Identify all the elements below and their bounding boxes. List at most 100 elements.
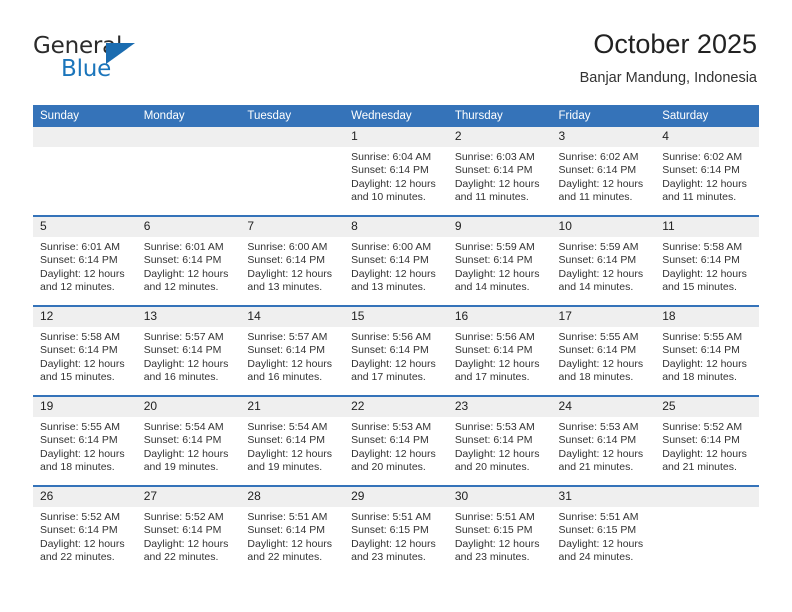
day-sun-info: Sunrise: 5:56 AM Sunset: 6:14 PM Daylight:… (344, 327, 448, 384)
day-info-line: and 11 minutes. (558, 190, 633, 203)
calendar-day-cell[interactable]: 26 Sunrise: 5:52 AM Sunset: 6:14 PM Dayligh… (33, 485, 137, 575)
weekday-header-saturday: Saturday (655, 105, 759, 127)
calendar-header-row: Sunday Monday Tuesday Wednesday Thursday Frid… (33, 105, 759, 127)
calendar-day-cell[interactable]: 24 Sunrise: 5:53 AM Sunset: 6:14 PM Dayligh… (551, 395, 656, 486)
calendar-day-cell[interactable]: 18 Sunrise: 5:55 AM Sunset: 6:14 PM Dayligh… (655, 305, 759, 396)
weekday-header-thursday: Thursday (447, 105, 552, 127)
day-info-line: Sunrise: 5:51 AM (454, 511, 535, 523)
day-info-line: Sunset: 6:14 PM (351, 254, 429, 267)
day-number: 26 (33, 487, 137, 507)
day-sun-info: Sunrise: 6:01 AM Sunset: 6:14 PM Daylight:… (33, 237, 137, 294)
day-info-line: Daylight: 12 hours (558, 447, 644, 460)
day-number: 12 (33, 307, 137, 327)
day-info-line: Sunset: 6:14 PM (558, 254, 637, 267)
calendar-week-row: 1 Sunrise: 6:04 AM Sunset: 6:14 PM Daylight… (33, 127, 759, 216)
calendar-day-cell[interactable]: 20 Sunrise: 5:54 AM Sunset: 6:14 PM Dayligh… (136, 395, 241, 486)
day-sun-info (240, 147, 344, 151)
calendar-day-cell[interactable]: 21 Sunrise: 5:54 AM Sunset: 6:14 PM Dayligh… (240, 395, 345, 486)
day-info-line: Sunset: 6:14 PM (247, 254, 326, 267)
day-number: 4 (655, 127, 759, 147)
calendar-day-cell[interactable]: 13 Sunrise: 5:57 AM Sunset: 6:14 PM Dayligh… (136, 305, 241, 396)
calendar-day-cell[interactable]: 3 Sunrise: 6:02 AM Sunset: 6:14 PM Daylight… (551, 127, 656, 216)
day-info-line: Sunset: 6:14 PM (40, 254, 118, 267)
day-number: 18 (655, 307, 759, 327)
calendar-page: General Blue October 2025 Banjar Mandung… (0, 0, 792, 612)
calendar-day-cell[interactable]: 14 Sunrise: 5:57 AM Sunset: 6:14 PM Dayligh… (240, 305, 345, 396)
calendar-day-cell[interactable]: 23 Sunrise: 5:53 AM Sunset: 6:14 PM Dayligh… (447, 395, 552, 486)
day-info-line: and 21 minutes. (558, 460, 634, 473)
day-number (655, 487, 759, 507)
day-info-line: Sunset: 6:14 PM (247, 344, 326, 357)
calendar-day-cell[interactable]: 15 Sunrise: 5:56 AM Sunset: 6:14 PM Dayligh… (344, 305, 448, 396)
calendar-day-cell[interactable]: 29 Sunrise: 5:51 AM Sunset: 6:15 PM Dayligh… (344, 485, 448, 575)
day-info-line: Daylight: 12 hours (558, 357, 644, 370)
day-info-line: and 18 minutes. (40, 460, 115, 473)
day-info-line: Sunset: 6:14 PM (662, 254, 740, 267)
day-number: 17 (551, 307, 656, 327)
day-info-line: Sunset: 6:14 PM (351, 434, 429, 447)
weekday-header-monday: Monday (136, 105, 241, 127)
calendar-day-cell[interactable]: 28 Sunrise: 5:51 AM Sunset: 6:14 PM Dayligh… (240, 485, 345, 575)
calendar-day-cell[interactable]: 19 Sunrise: 5:55 AM Sunset: 6:14 PM Dayligh… (33, 395, 137, 486)
day-info-line: and 23 minutes. (454, 550, 530, 563)
day-number: 14 (240, 307, 345, 327)
calendar-day-cell[interactable]: 9 Sunrise: 5:59 AM Sunset: 6:14 PM Daylight… (447, 215, 552, 306)
day-info-line: and 14 minutes. (454, 280, 530, 293)
day-number: 2 (447, 127, 552, 147)
day-info-line: Sunrise: 6:00 AM (351, 241, 432, 253)
day-info-line: Daylight: 12 hours (247, 537, 333, 550)
day-info-line: Sunrise: 5:56 AM (454, 331, 535, 343)
day-number: 30 (447, 487, 552, 507)
day-info-line: Daylight: 12 hours (662, 177, 747, 190)
day-number: 15 (344, 307, 448, 327)
calendar-day-cell[interactable]: 12 Sunrise: 5:58 AM Sunset: 6:14 PM Dayligh… (33, 305, 137, 396)
day-number: 24 (551, 397, 656, 417)
calendar-day-cell[interactable]: 30 Sunrise: 5:51 AM Sunset: 6:15 PM Dayligh… (447, 485, 552, 575)
day-sun-info: Sunrise: 5:52 AM Sunset: 6:14 PM Daylight:… (33, 507, 137, 564)
day-info-line: Daylight: 12 hours (40, 447, 125, 460)
day-info-line: Sunrise: 5:54 AM (143, 421, 224, 433)
calendar-day-cell[interactable]: 7 Sunrise: 6:00 AM Sunset: 6:14 PM Daylight… (240, 215, 345, 306)
calendar-day-cell[interactable]: 16 Sunrise: 5:56 AM Sunset: 6:14 PM Dayligh… (447, 305, 552, 396)
day-sun-info: Sunrise: 5:51 AM Sunset: 6:15 PM Daylight:… (552, 507, 656, 564)
day-sun-info: Sunrise: 6:01 AM Sunset: 6:14 PM Daylight:… (137, 237, 241, 294)
day-info-line: Sunrise: 5:54 AM (247, 421, 328, 433)
calendar-day-cell[interactable]: 2 Sunrise: 6:03 AM Sunset: 6:14 PM Daylight… (447, 127, 552, 216)
day-info-line: Sunset: 6:14 PM (40, 344, 118, 357)
day-info-line: Sunrise: 5:58 AM (40, 331, 120, 343)
calendar-day-cell[interactable]: 25 Sunrise: 5:52 AM Sunset: 6:14 PM Dayligh… (655, 395, 759, 486)
calendar-day-cell[interactable]: 17 Sunrise: 5:55 AM Sunset: 6:14 PM Dayligh… (551, 305, 656, 396)
day-info-line: Sunset: 6:14 PM (454, 254, 533, 267)
day-info-line: Sunrise: 5:58 AM (662, 241, 743, 253)
calendar-day-cell[interactable]: 1 Sunrise: 6:04 AM Sunset: 6:14 PM Daylight… (344, 127, 448, 216)
day-number: 29 (344, 487, 448, 507)
day-info-line: Sunrise: 5:53 AM (351, 421, 432, 433)
calendar-day-cell[interactable]: 10 Sunrise: 5:59 AM Sunset: 6:14 PM Dayligh… (551, 215, 656, 306)
day-info-line: and 22 minutes. (143, 550, 219, 563)
calendar-day-cell[interactable]: 5 Sunrise: 6:01 AM Sunset: 6:14 PM Daylight… (33, 215, 137, 306)
calendar-day-cell[interactable]: 27 Sunrise: 5:52 AM Sunset: 6:14 PM Dayligh… (136, 485, 241, 575)
day-info-line: Sunrise: 6:02 AM (662, 151, 743, 163)
general-blue-logo[interactable]: General Blue (33, 33, 183, 85)
calendar-day-cell[interactable]: 31 Sunrise: 5:51 AM Sunset: 6:15 PM Dayligh… (551, 485, 656, 575)
day-info-line: Sunset: 6:15 PM (454, 524, 533, 537)
calendar-day-cell[interactable]: 6 Sunrise: 6:01 AM Sunset: 6:14 PM Daylight… (136, 215, 241, 306)
page-title: October 2025 (593, 29, 757, 59)
calendar-day-cell[interactable]: 8 Sunrise: 6:00 AM Sunset: 6:14 PM Daylight… (344, 215, 448, 306)
calendar-day-cell[interactable]: 4 Sunrise: 6:02 AM Sunset: 6:14 PM Daylight… (655, 127, 759, 216)
calendar-day-cell[interactable]: 22 Sunrise: 5:53 AM Sunset: 6:14 PM Dayligh… (344, 395, 448, 486)
day-info-line: Sunrise: 5:52 AM (40, 511, 120, 523)
day-info-line: Daylight: 12 hours (351, 357, 436, 370)
day-info-line: Sunrise: 5:56 AM (351, 331, 432, 343)
day-info-line: and 16 minutes. (247, 370, 323, 383)
day-number: 31 (551, 487, 656, 507)
day-info-line: and 12 minutes. (143, 280, 219, 293)
day-info-line: Sunset: 6:14 PM (558, 344, 637, 357)
page-subtitle: Banjar Mandung, Indonesia (579, 70, 757, 86)
day-number: 9 (447, 217, 552, 237)
day-sun-info: Sunrise: 5:52 AM Sunset: 6:14 PM Daylight:… (137, 507, 241, 564)
day-number: 19 (33, 397, 137, 417)
calendar-day-cell[interactable]: 11 Sunrise: 5:58 AM Sunset: 6:14 PM Dayligh… (655, 215, 759, 306)
day-info-line: and 20 minutes. (351, 460, 426, 473)
day-number: 3 (551, 127, 656, 147)
